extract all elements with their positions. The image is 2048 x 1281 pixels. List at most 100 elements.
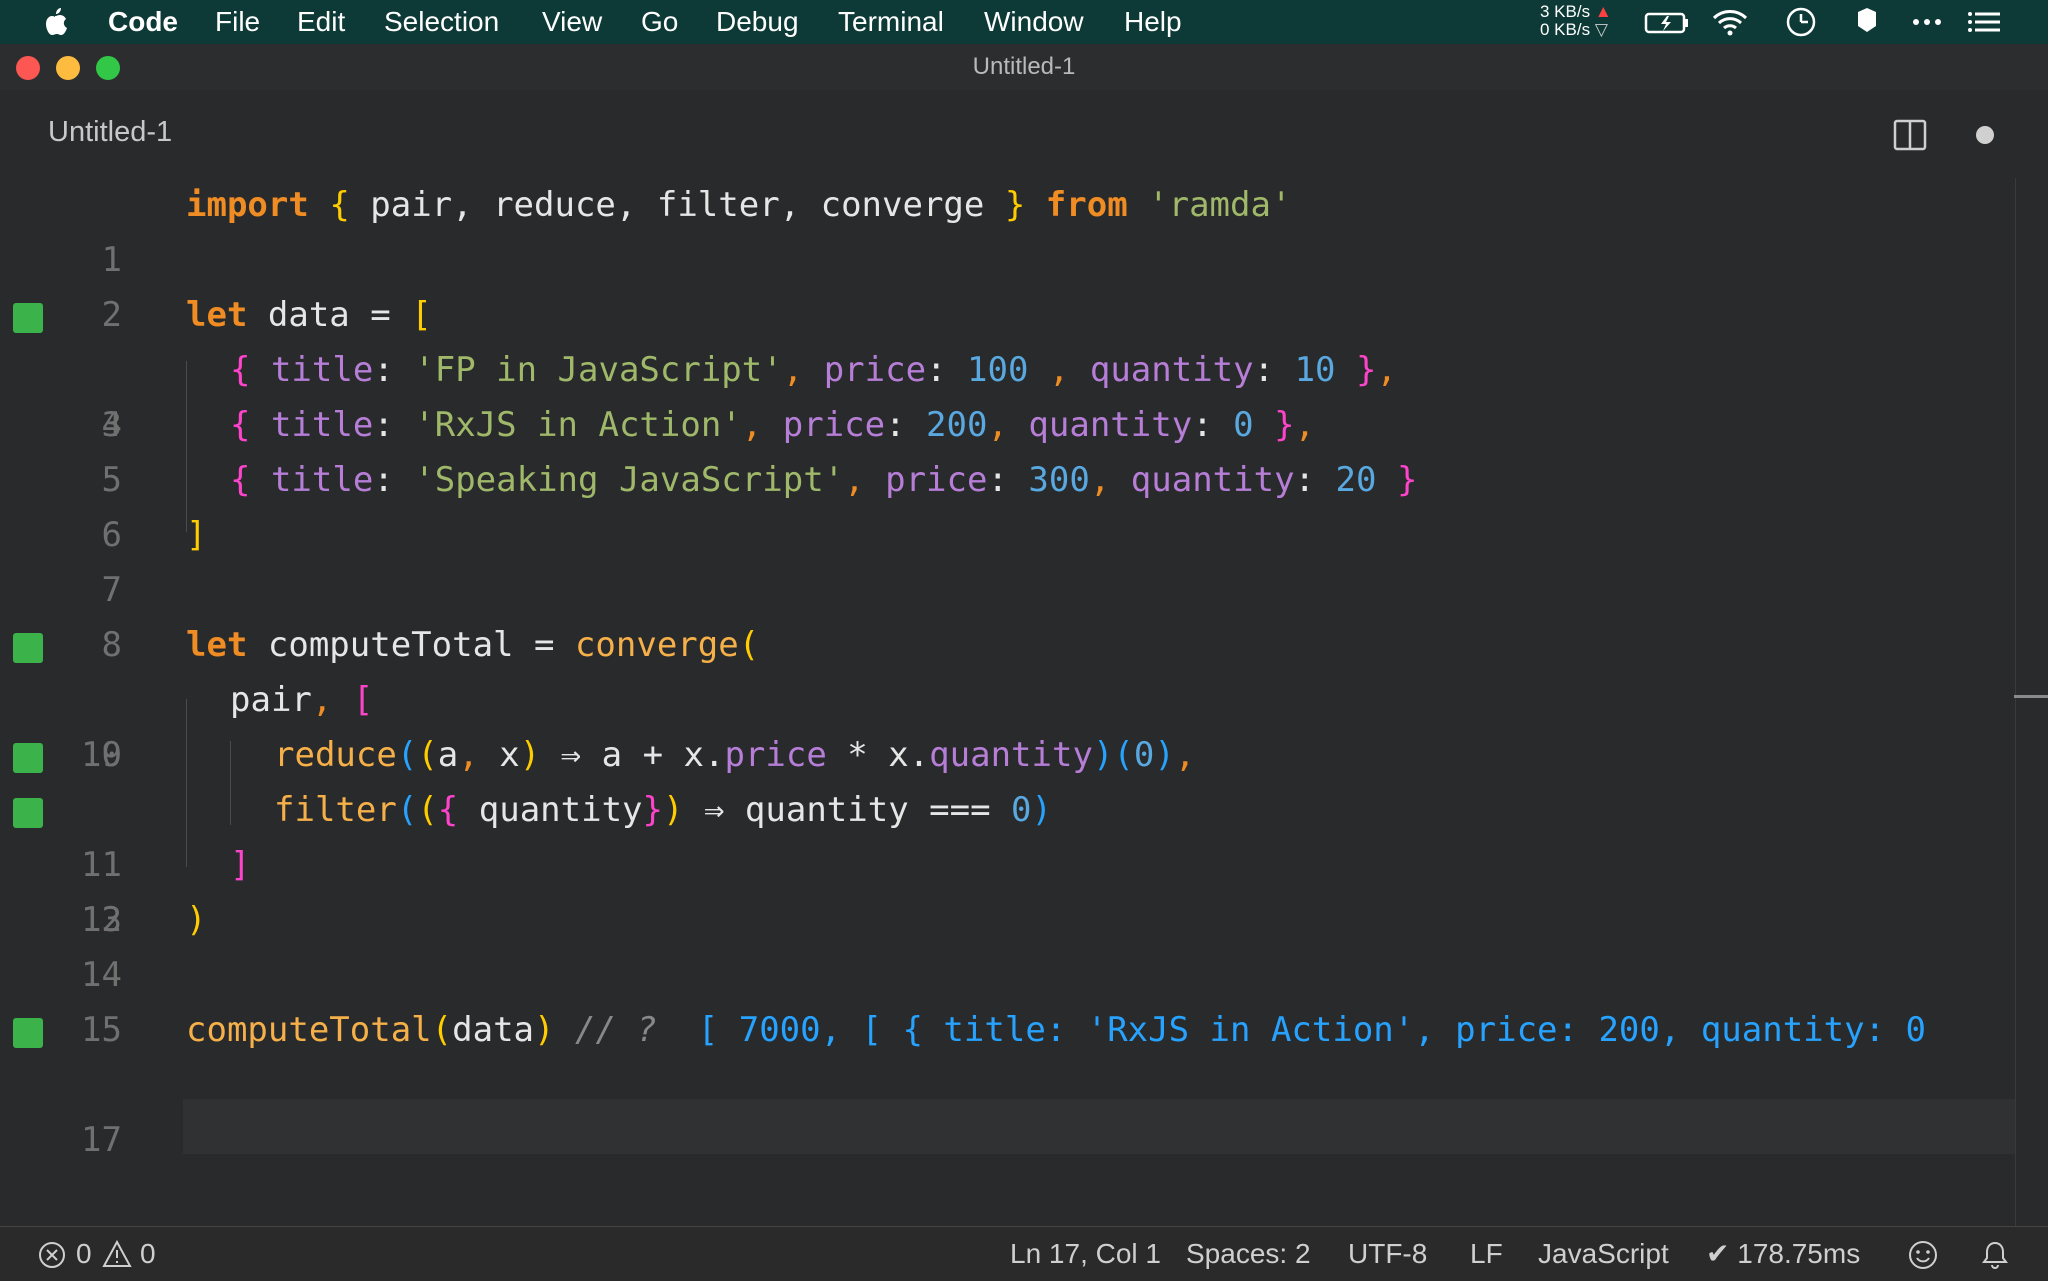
punct: , xyxy=(987,405,1029,445)
number: 0 xyxy=(1011,790,1032,830)
property: title xyxy=(250,460,374,500)
line-ending[interactable]: LF xyxy=(1470,1239,1503,1269)
notification-bell-icon[interactable] xyxy=(1980,1239,2010,1271)
battery-icon[interactable] xyxy=(1644,6,1690,38)
code-line[interactable]: 2 xyxy=(0,233,2016,335)
property: price xyxy=(885,460,988,500)
coverage-marker xyxy=(13,303,43,333)
editor-window: Untitled-1 Untitled-1 1 import { pair, r… xyxy=(0,44,2048,1280)
code-line[interactable]: 14 ) xyxy=(0,893,2016,995)
code-line[interactable]: 16 computeTotal(data) // ? [ 7000, [ { t… xyxy=(0,1003,2016,1058)
feedback-smiley-icon[interactable] xyxy=(1908,1240,1938,1270)
bracket: [ xyxy=(411,295,432,335)
keyword: let xyxy=(186,295,248,335)
menu-window[interactable]: Window xyxy=(984,6,1084,38)
code-line[interactable]: 1 import { pair, reduce, filter, converg… xyxy=(0,178,2016,280)
wifi-icon[interactable] xyxy=(1710,6,1750,38)
menu-help[interactable]: Help xyxy=(1124,6,1182,38)
menu-view[interactable]: View xyxy=(542,6,602,38)
indentation[interactable]: Spaces: 2 xyxy=(1186,1239,1311,1269)
code-line[interactable]: 8 xyxy=(0,563,2016,665)
code-text: computeTotal = xyxy=(247,625,575,665)
menu-edit[interactable]: Edit xyxy=(297,6,345,38)
tab-untitled-1[interactable]: Untitled-1 xyxy=(48,116,172,149)
code-line[interactable]: 9 let computeTotal = converge( xyxy=(0,618,2016,775)
net-down-value: 0 KB/s xyxy=(1540,20,1591,39)
clock-icon[interactable] xyxy=(1784,6,1818,38)
property: price xyxy=(823,350,927,390)
code-line[interactable]: 6 { title: 'Speaking JavaScript', price:… xyxy=(0,453,2016,555)
menu-go[interactable]: Go xyxy=(641,6,678,38)
encoding[interactable]: UTF-8 xyxy=(1348,1239,1427,1269)
language-mode[interactable]: JavaScript xyxy=(1538,1239,1669,1269)
paren: ) xyxy=(1154,735,1175,775)
window-title: Untitled-1 xyxy=(972,53,1076,80)
punct: : xyxy=(1253,350,1295,390)
param: a xyxy=(437,735,459,775)
menu-app-name[interactable]: Code xyxy=(108,6,178,38)
brace: } xyxy=(1274,405,1295,445)
paren: ( xyxy=(417,735,438,775)
list-icon[interactable] xyxy=(1966,6,2002,38)
paren: ( xyxy=(396,735,418,775)
code-line[interactable]: 15 xyxy=(0,948,2016,1050)
inline-result: [ 7000, [ { title: 'RxJS in Action', pri… xyxy=(677,1010,1926,1050)
property: price xyxy=(782,405,886,445)
punct: : xyxy=(1192,405,1234,445)
menu-file[interactable]: File xyxy=(215,6,260,38)
punct: , xyxy=(1174,735,1196,775)
code-line[interactable]: 7 ] xyxy=(0,508,2016,610)
network-speed: 3 KB/s ▲ 0 KB/s ▽ xyxy=(1540,2,1612,39)
code-line[interactable]: 10 pair, [ xyxy=(0,673,2016,775)
property: quantity xyxy=(929,735,1093,775)
quokka-timing[interactable]: ✔ 178.75ms xyxy=(1706,1239,1860,1269)
property: price xyxy=(724,735,827,775)
error-icon[interactable] xyxy=(38,1241,66,1269)
code-line[interactable]: 5 { title: 'RxJS in Action', price: 200,… xyxy=(0,398,2016,500)
paren: ( xyxy=(1113,735,1134,775)
code-line[interactable]: 4 { title: 'FP in JavaScript', price: 10… xyxy=(0,343,2016,445)
paren: ( xyxy=(417,790,438,830)
punct: , xyxy=(844,460,886,500)
function-name: reduce xyxy=(274,735,397,775)
param: x xyxy=(499,735,520,775)
code-line[interactable]: 12 filter(({ quantity}) ⇒ quantity === 0… xyxy=(0,783,2016,940)
cursor-position[interactable]: Ln 17, Col 1 xyxy=(1010,1239,1161,1269)
number: 300 xyxy=(1028,460,1090,500)
split-editor-icon[interactable] xyxy=(1893,118,1927,152)
menu-selection[interactable]: Selection xyxy=(384,6,499,38)
string-literal: 'RxJS in Action' xyxy=(414,405,742,445)
maximize-button[interactable] xyxy=(96,56,120,80)
code-line[interactable]: 13 ] xyxy=(0,838,2016,940)
scroll-position-indicator xyxy=(2014,695,2048,698)
error-count[interactable]: 0 xyxy=(76,1239,92,1269)
line-number: 17 xyxy=(81,1120,122,1160)
brace: } xyxy=(1356,350,1377,390)
code-line[interactable]: 17 xyxy=(0,1058,2016,1160)
more-icon[interactable] xyxy=(1910,6,1944,38)
paren: ) xyxy=(186,900,207,940)
bracket: [ xyxy=(352,680,374,720)
editor-scrollbar[interactable] xyxy=(2015,178,2048,1270)
punct: : xyxy=(987,460,1029,500)
minimize-button[interactable] xyxy=(56,56,80,80)
unsaved-dot-icon[interactable] xyxy=(1974,124,1996,146)
menu-debug[interactable]: Debug xyxy=(716,6,799,38)
code-editor[interactable]: 1 import { pair, reduce, filter, converg… xyxy=(0,178,2016,1270)
code-line[interactable]: 3 let data = [ xyxy=(0,288,2016,445)
close-button[interactable] xyxy=(16,56,40,80)
warning-icon[interactable] xyxy=(102,1240,132,1268)
arrow: ⇒ xyxy=(540,735,602,775)
number: 0 xyxy=(1133,735,1155,775)
warning-count[interactable]: 0 xyxy=(140,1239,156,1269)
property: quantity xyxy=(1028,405,1193,445)
dropbox-icon[interactable] xyxy=(1852,6,1882,38)
code-line[interactable]: 11 reduce((a, x) ⇒ a + x.price * x.quant… xyxy=(0,728,2016,885)
punct: : xyxy=(373,350,415,390)
apple-icon[interactable] xyxy=(40,6,70,38)
menu-terminal[interactable]: Terminal xyxy=(838,6,944,38)
title-bar: Untitled-1 xyxy=(0,44,2048,91)
paren: ) xyxy=(534,1010,555,1050)
paren: ) xyxy=(663,790,684,830)
